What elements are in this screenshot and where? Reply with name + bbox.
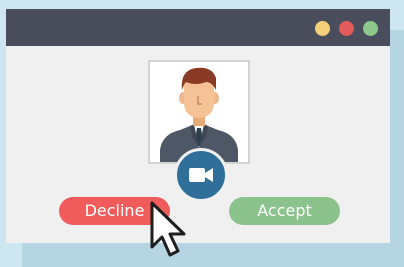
minimize-button[interactable] — [315, 21, 330, 36]
accept-button[interactable]: Accept — [229, 197, 340, 225]
video-call-button[interactable] — [174, 148, 228, 202]
close-button[interactable] — [339, 21, 354, 36]
app-window: Decline Accept — [6, 9, 390, 243]
maximize-button[interactable] — [363, 21, 378, 36]
mouse-pointer-icon — [150, 201, 186, 257]
title-bar — [6, 9, 390, 46]
video-camera-icon — [189, 168, 213, 182]
businessman-avatar — [160, 67, 238, 162]
